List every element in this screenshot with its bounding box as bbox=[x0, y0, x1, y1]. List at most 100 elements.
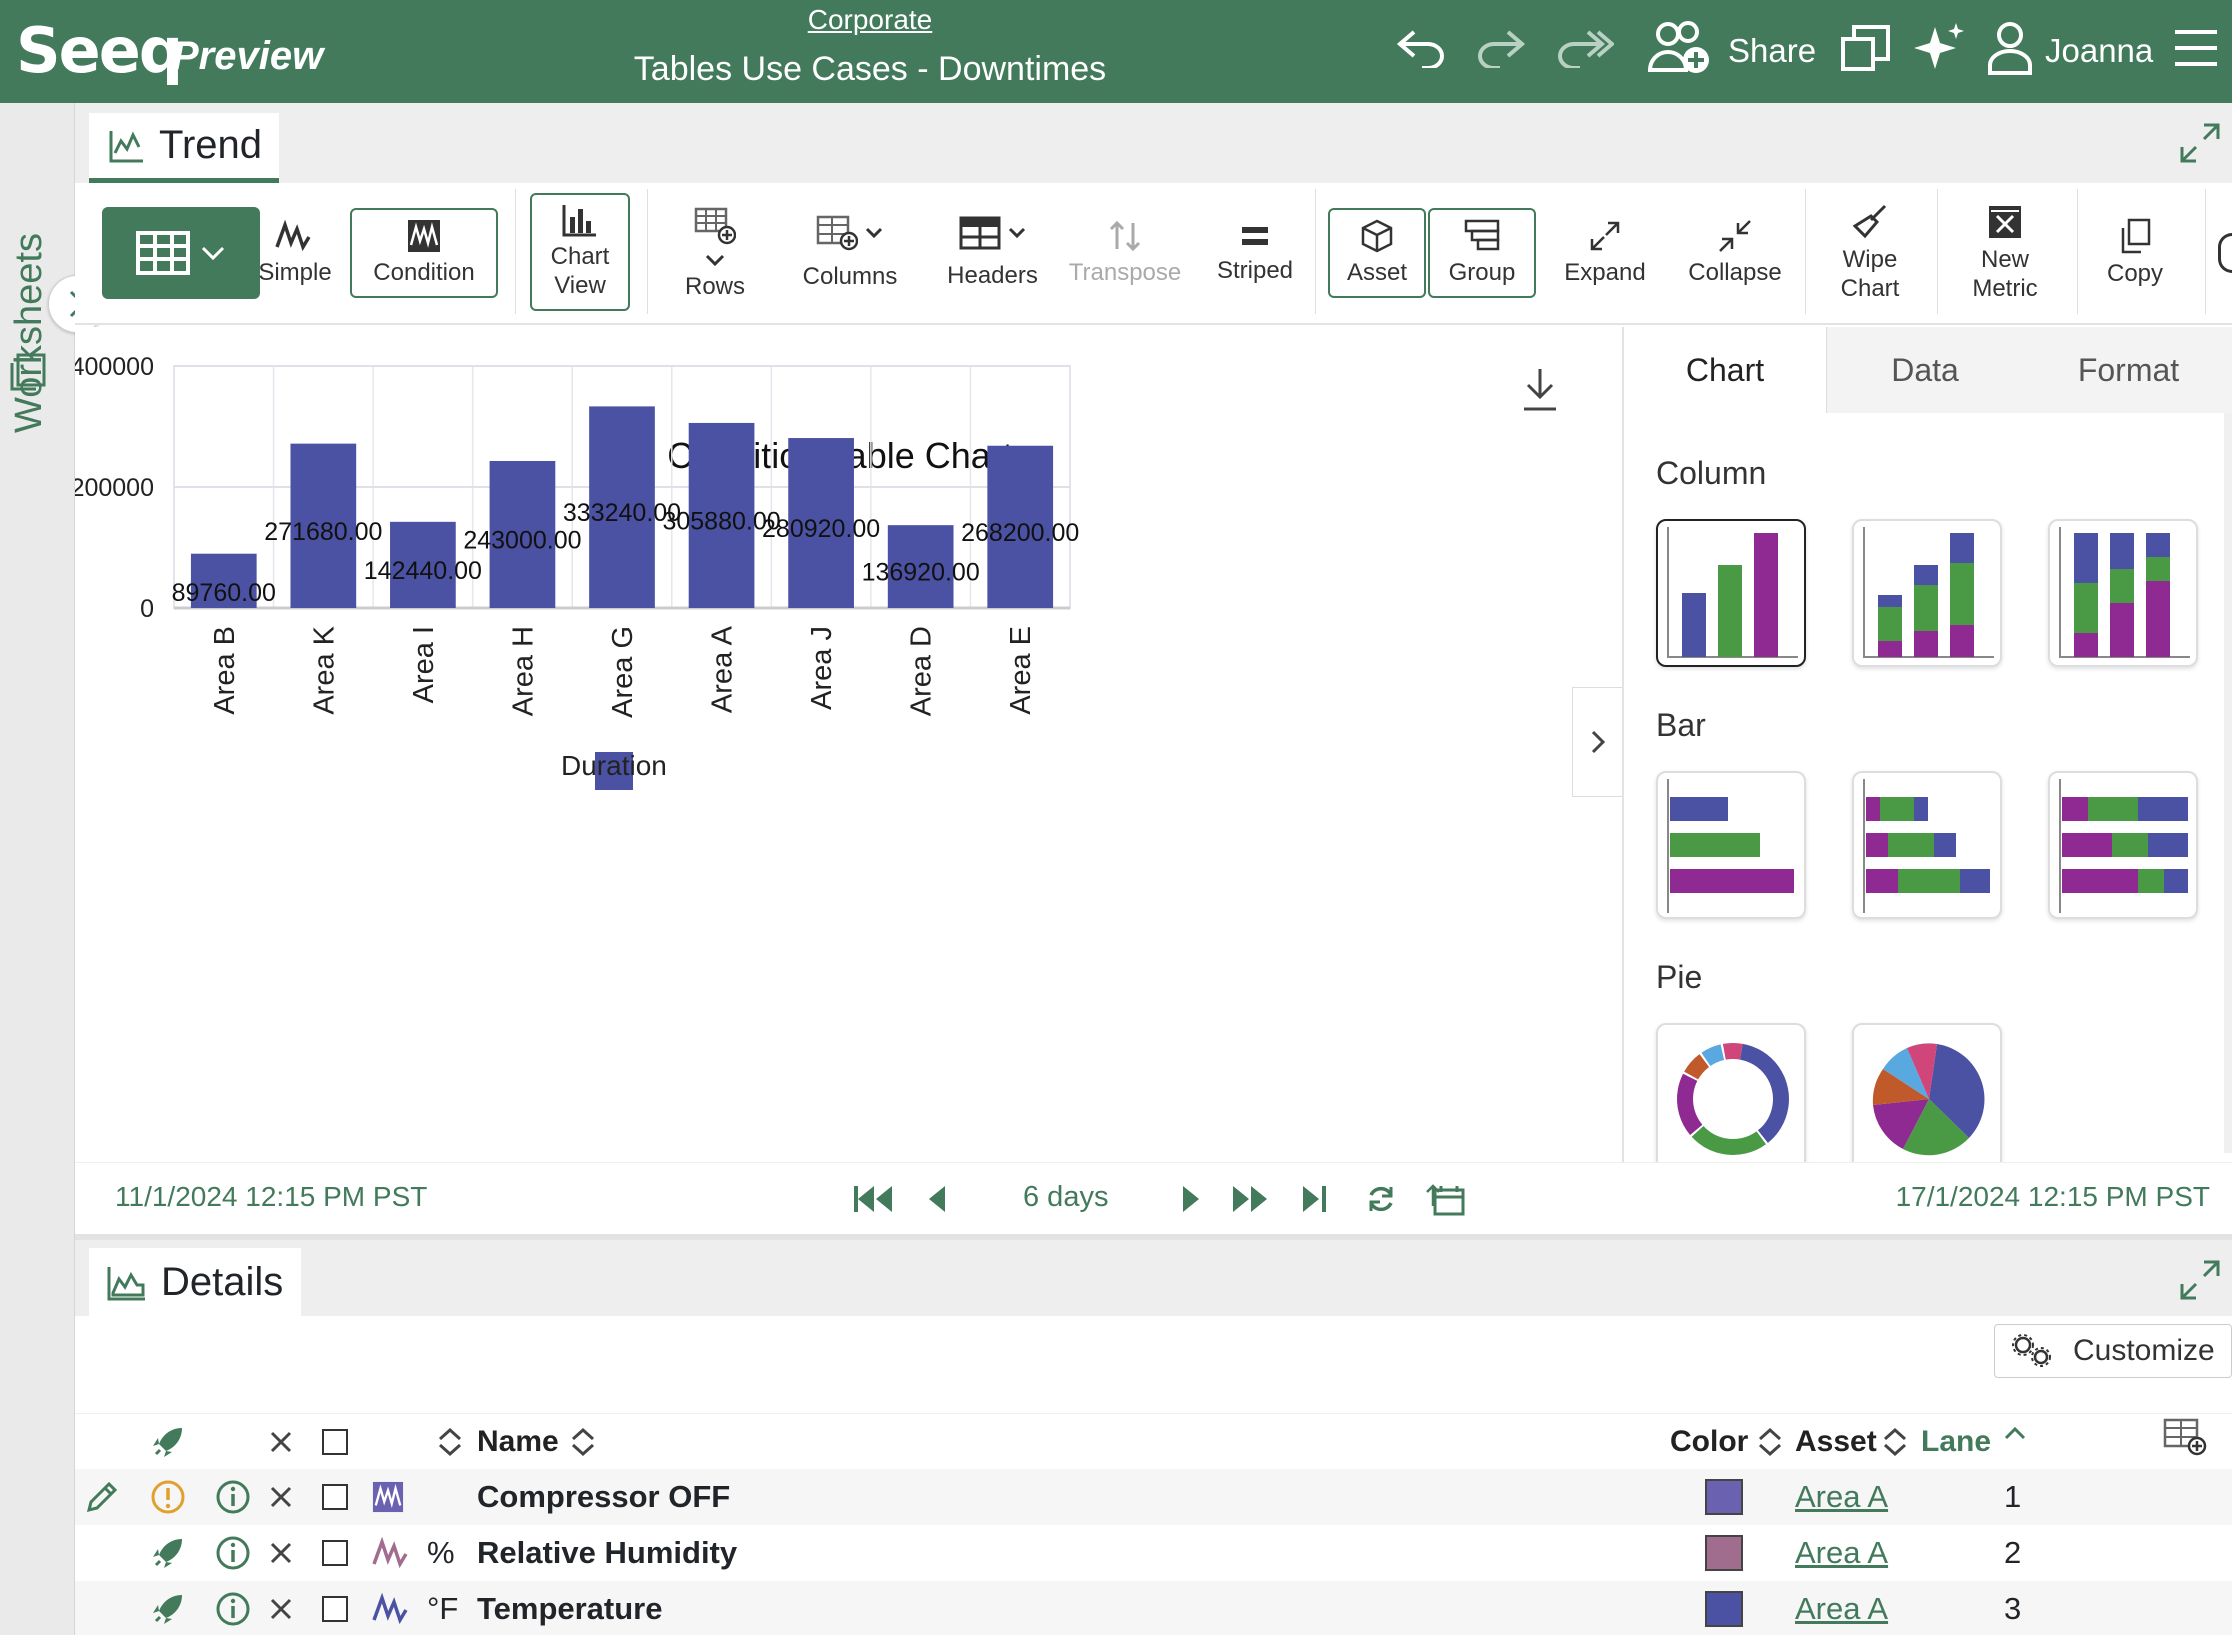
column-percent-thumb[interactable] bbox=[2048, 519, 2198, 667]
step-back-icon[interactable] bbox=[925, 1177, 947, 1221]
undo-icon[interactable] bbox=[1392, 18, 1452, 78]
rocket-icon[interactable] bbox=[150, 1525, 186, 1581]
color-sort-icon[interactable] bbox=[1757, 1414, 1783, 1470]
lane-value[interactable]: 1 bbox=[2004, 1469, 2021, 1525]
simple-mode-button[interactable]: Simple bbox=[245, 203, 345, 303]
tab-format[interactable]: Format bbox=[2023, 327, 2232, 413]
row-checkbox[interactable] bbox=[322, 1469, 348, 1525]
table-view-button[interactable] bbox=[102, 207, 260, 299]
remove-item-icon[interactable] bbox=[268, 1581, 294, 1635]
item-name[interactable]: Relative Humidity bbox=[477, 1525, 737, 1581]
group-button[interactable]: Group bbox=[1428, 208, 1536, 298]
step-forward-icon[interactable] bbox=[1181, 1177, 1203, 1221]
share-users-icon[interactable] bbox=[1646, 18, 1716, 78]
item-name[interactable]: Temperature bbox=[477, 1581, 663, 1635]
user-name[interactable]: Joanna bbox=[2045, 32, 2153, 70]
worksheets-rail[interactable]: Worksheets bbox=[0, 103, 75, 1635]
rocket-icon[interactable] bbox=[150, 1581, 186, 1635]
info-icon[interactable] bbox=[215, 1469, 251, 1525]
lane-value[interactable]: 3 bbox=[2004, 1581, 2021, 1635]
share-label[interactable]: Share bbox=[1728, 32, 1816, 70]
table-row[interactable]: °F Temperature Area A 3 bbox=[75, 1581, 2232, 1635]
expand-button[interactable]: Expand bbox=[1550, 203, 1660, 303]
collapse-button[interactable]: Collapse bbox=[1670, 203, 1800, 303]
seeq-logo[interactable]: Seeq bbox=[16, 14, 183, 87]
bar-percent-thumb[interactable] bbox=[2048, 771, 2198, 919]
item-name[interactable]: Compressor OFF bbox=[477, 1469, 730, 1525]
sort-icon[interactable] bbox=[437, 1414, 463, 1470]
worksheets-icon[interactable] bbox=[8, 351, 48, 396]
duration-label[interactable]: 6 days bbox=[1023, 1181, 1108, 1214]
asset-link[interactable]: Area A bbox=[1795, 1581, 1888, 1635]
info-icon[interactable] bbox=[215, 1581, 251, 1635]
calendar-sync-icon[interactable] bbox=[1425, 1177, 1467, 1221]
new-window-icon[interactable] bbox=[1838, 18, 1894, 78]
start-time[interactable]: 11/1/2024 12:15 PM PST bbox=[115, 1181, 427, 1213]
maximize-trend-icon[interactable] bbox=[2178, 121, 2222, 165]
asset-column-header[interactable]: Asset bbox=[1795, 1414, 1877, 1470]
asset-button[interactable]: Asset bbox=[1328, 208, 1426, 298]
expand-side-panel-button[interactable] bbox=[1572, 687, 1622, 797]
wipe-chart-button[interactable]: Wipe Chart bbox=[1820, 195, 1920, 313]
color-swatch[interactable] bbox=[1705, 1469, 1743, 1525]
info-icon[interactable] bbox=[215, 1525, 251, 1581]
name-sort-icon[interactable] bbox=[570, 1414, 596, 1470]
name-column-header[interactable]: Name bbox=[477, 1414, 559, 1470]
customize-button[interactable]: Customize bbox=[1994, 1324, 2232, 1378]
asset-link[interactable]: Area A bbox=[1795, 1525, 1888, 1581]
tab-details[interactable]: Details bbox=[89, 1248, 301, 1322]
redo-all-icon[interactable] bbox=[1552, 18, 1616, 78]
lane-value[interactable]: 2 bbox=[2004, 1525, 2021, 1581]
step-back-full-icon[interactable] bbox=[852, 1177, 894, 1221]
new-metric-button[interactable]: New Metric bbox=[1950, 195, 2060, 313]
redo-icon[interactable] bbox=[1470, 18, 1530, 78]
bar-stacked-thumb[interactable] bbox=[1852, 771, 2002, 919]
remove-item-icon[interactable] bbox=[268, 1525, 294, 1581]
condition-mode-button[interactable]: Condition bbox=[350, 208, 498, 298]
columns-button[interactable]: Columns bbox=[785, 203, 915, 303]
jump-to-now-icon[interactable] bbox=[1301, 1177, 1329, 1221]
asset-link[interactable]: Area A bbox=[1795, 1469, 1888, 1525]
remove-all-icon[interactable] bbox=[268, 1414, 294, 1470]
color-column-header[interactable]: Color bbox=[1670, 1414, 1748, 1470]
transpose-button[interactable]: Transpose bbox=[1065, 203, 1185, 303]
tab-data[interactable]: Data bbox=[1827, 327, 2023, 413]
rocket-icon[interactable] bbox=[150, 1414, 186, 1470]
panel-scrollbar[interactable] bbox=[2224, 413, 2232, 1153]
chart-view-button[interactable]: Chart View bbox=[530, 193, 630, 311]
breadcrumb-corporate[interactable]: Corporate bbox=[770, 4, 970, 36]
asset-sort-icon[interactable] bbox=[1882, 1414, 1908, 1470]
user-icon[interactable] bbox=[1984, 18, 2036, 78]
worksheets-label[interactable]: Worksheets bbox=[8, 233, 51, 433]
column-stacked-thumb[interactable] bbox=[1852, 519, 2002, 667]
pie-thumb[interactable] bbox=[1852, 1023, 2002, 1162]
remove-item-icon[interactable] bbox=[268, 1469, 294, 1525]
add-column-icon[interactable] bbox=[2163, 1408, 2207, 1464]
end-time[interactable]: 17/1/2024 12:15 PM PST bbox=[1896, 1181, 2210, 1213]
donut-thumb[interactable] bbox=[1656, 1023, 1806, 1162]
color-swatch[interactable] bbox=[1705, 1525, 1743, 1581]
workbook-title[interactable]: Tables Use Cases - Downtimes bbox=[560, 50, 1180, 89]
row-checkbox[interactable] bbox=[322, 1525, 348, 1581]
tab-chart[interactable]: Chart bbox=[1624, 327, 1827, 413]
refresh-icon[interactable] bbox=[1365, 1177, 1397, 1221]
tab-trend[interactable]: Trend bbox=[89, 113, 279, 183]
table-row[interactable]: % Relative Humidity Area A 2 bbox=[75, 1525, 2232, 1581]
column-simple-thumb[interactable] bbox=[1656, 519, 1806, 667]
lane-column-header[interactable]: Lane bbox=[1921, 1414, 1991, 1470]
warning-icon[interactable] bbox=[150, 1469, 186, 1525]
maximize-details-icon[interactable] bbox=[2178, 1258, 2222, 1302]
hamburger-menu-icon[interactable] bbox=[2172, 18, 2220, 78]
select-all-checkbox[interactable] bbox=[322, 1414, 348, 1470]
pencil-edit-icon[interactable] bbox=[85, 1469, 119, 1525]
row-checkbox[interactable] bbox=[322, 1581, 348, 1635]
table-row[interactable]: Compressor OFF Area A 1 bbox=[75, 1469, 2232, 1525]
rows-button[interactable]: Rows bbox=[660, 195, 770, 313]
ai-sparkle-icon[interactable] bbox=[1912, 18, 1968, 78]
overflow-tool-icon[interactable] bbox=[2218, 233, 2232, 273]
step-forward-full-icon[interactable] bbox=[1231, 1177, 1271, 1221]
color-swatch[interactable] bbox=[1705, 1581, 1743, 1635]
striped-button[interactable]: Striped bbox=[1210, 203, 1300, 303]
copy-button[interactable]: Copy bbox=[2090, 203, 2180, 303]
headers-button[interactable]: Headers bbox=[935, 203, 1050, 303]
